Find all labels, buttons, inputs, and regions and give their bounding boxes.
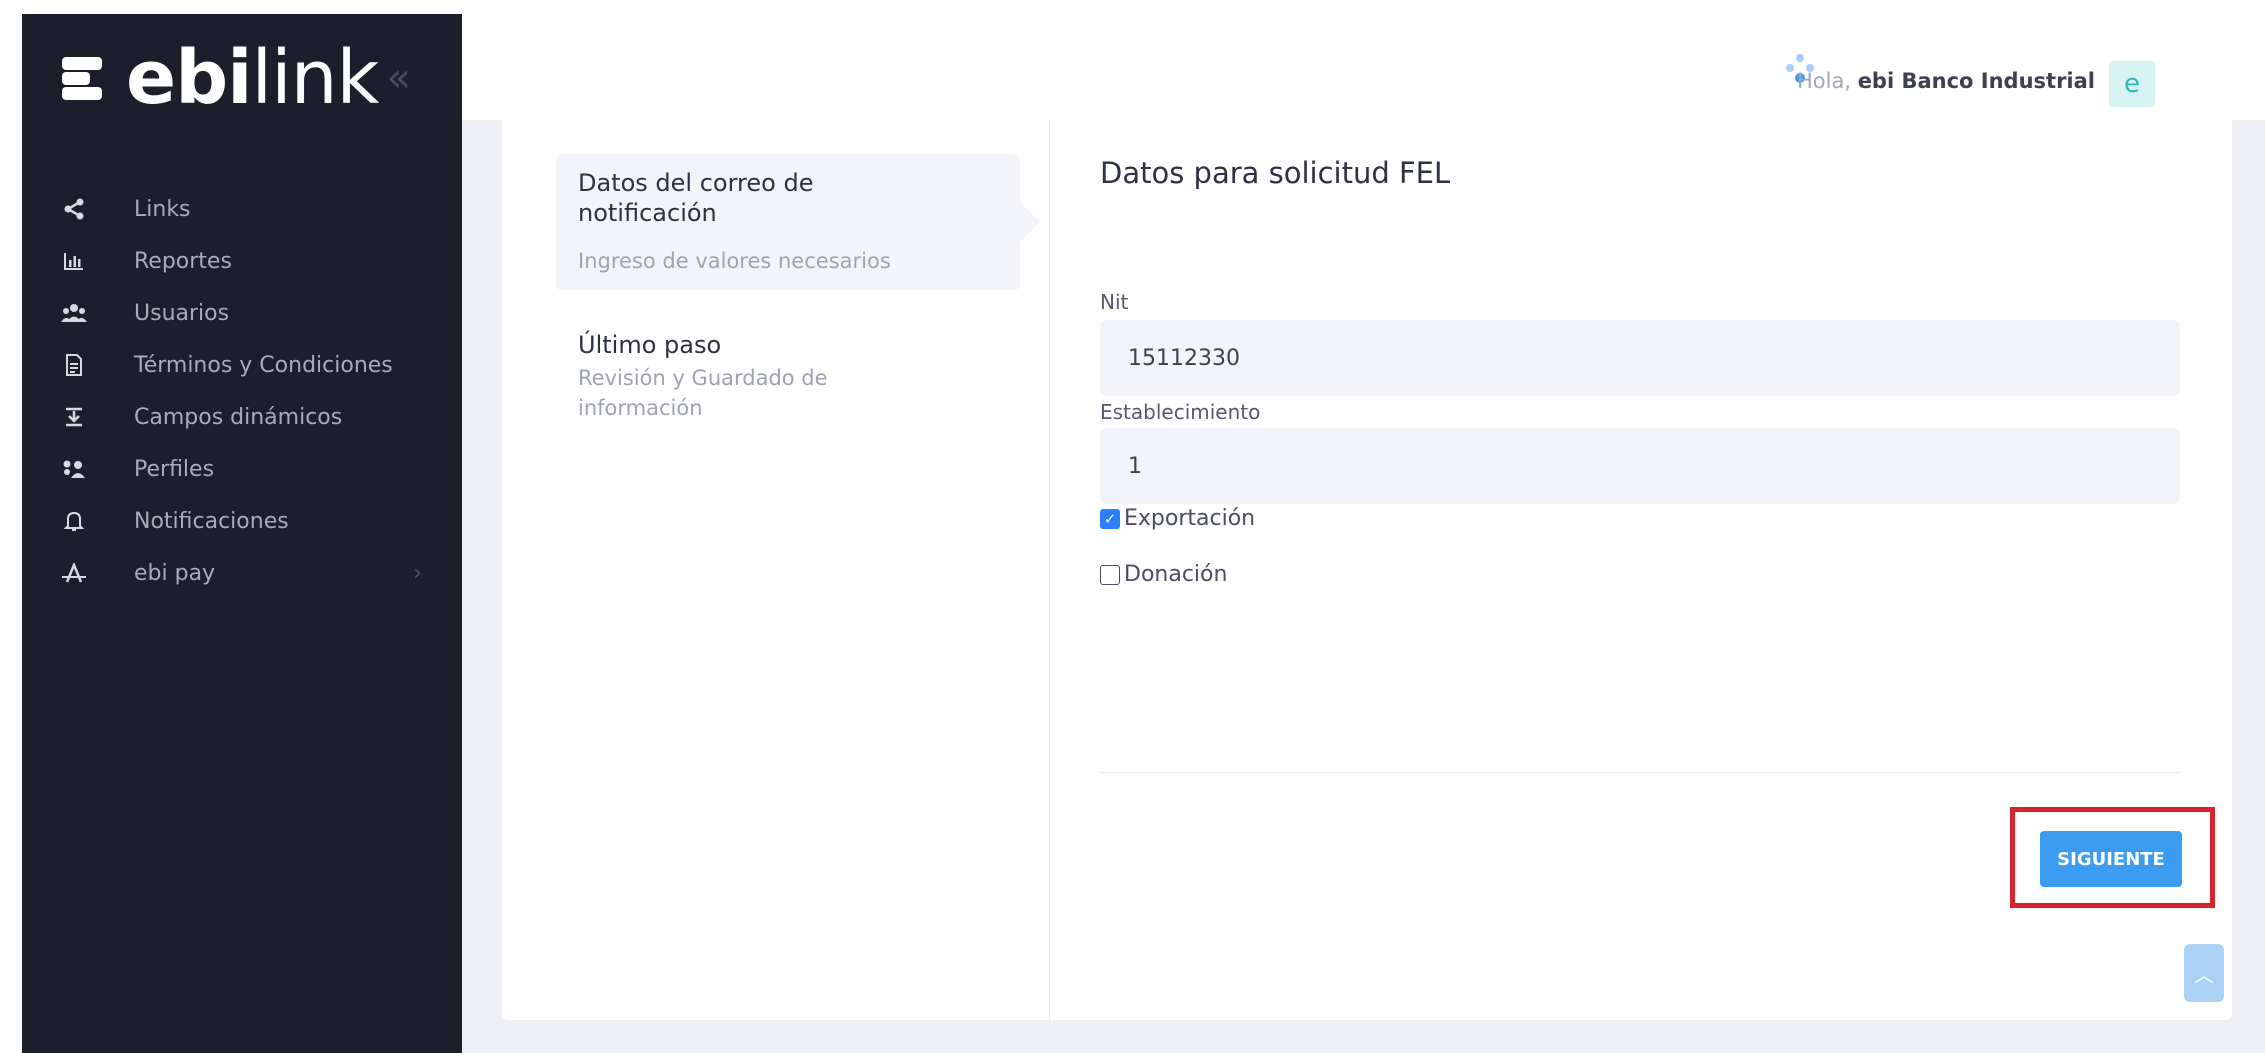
share-icon [54, 198, 94, 220]
user-name: ebi Banco Industrial [1857, 69, 2095, 93]
sidebar-item-usuarios[interactable]: Usuarios [22, 288, 462, 338]
active-step-arrow [1020, 202, 1040, 242]
nit-input[interactable] [1100, 320, 2180, 396]
exportacion-label: Exportación [1124, 506, 1256, 531]
step-subtitle: Ingreso de valores necesarios [578, 249, 891, 273]
top-bar: Hola, ebi Banco Industrial e [462, 14, 2265, 120]
sidebar-item-label: Links [134, 196, 191, 222]
step-ultimo-paso[interactable]: Último paso [578, 330, 721, 360]
ebilink-logo[interactable]: ebilink « [62, 28, 411, 128]
step-datos-correo[interactable]: Datos del correo de notificación Ingreso… [556, 154, 1040, 290]
sidebar-item-notificaciones[interactable]: Notificaciones [22, 496, 462, 546]
profiles-icon [54, 459, 94, 479]
sidebar-item-campos-dinamicos[interactable]: Campos dinámicos [22, 392, 462, 442]
siguiente-button[interactable]: SIGUIENTE [2040, 831, 2182, 887]
bar-chart-icon [54, 251, 94, 271]
fel-form: Datos para solicitud FEL Nit Establecimi… [1050, 120, 2232, 1020]
users-icon [54, 303, 94, 323]
step-subtitle: Revisión y Guardado de información [578, 366, 828, 421]
checkbox-unchecked-icon[interactable] [1100, 564, 1120, 585]
logo-text: ebilink [126, 41, 379, 115]
form-title: Datos para solicitud FEL [1100, 156, 1451, 190]
sidebar-item-label: Usuarios [134, 300, 230, 326]
sidebar-item-terminos[interactable]: Términos y Condiciones [22, 340, 462, 390]
donacion-checkbox[interactable]: Donación [1100, 562, 1227, 587]
sidebar-item-label: Reportes [134, 248, 232, 274]
bell-icon [54, 510, 94, 532]
ebi-pay-icon [54, 563, 94, 583]
donacion-label: Donación [1124, 562, 1228, 587]
nit-label: Nit [1100, 290, 1129, 314]
sidebar-item-label: Campos dinámicos [134, 404, 343, 430]
sidebar-item-perfiles[interactable]: Perfiles [22, 444, 462, 494]
sidebar-item-label: Perfiles [134, 456, 215, 482]
checkbox-checked-icon[interactable]: ✓ [1100, 508, 1120, 529]
sidebar-item-reportes[interactable]: Reportes [22, 236, 462, 286]
logo-mark-icon [62, 51, 116, 105]
avatar[interactable]: e [2109, 61, 2155, 107]
greeting-prefix: Hola, [1796, 69, 1858, 93]
logo-text-bold: ebi [126, 35, 253, 121]
main-content: Datos del correo de notificación Ingreso… [462, 120, 2265, 1053]
exportacion-checkbox[interactable]: ✓ Exportación [1100, 506, 1255, 531]
chevron-right-icon: › [413, 560, 422, 586]
form-fields-icon [54, 407, 94, 427]
sidebar-item-label: Términos y Condiciones [134, 352, 393, 378]
establecimiento-input[interactable] [1100, 428, 2180, 504]
form-divider [1100, 772, 2180, 773]
user-greeting: Hola, ebi Banco Industrial [1797, 69, 2095, 93]
establecimiento-label: Establecimiento [1100, 400, 1261, 424]
step-title: Datos del correo de notificación [578, 169, 814, 227]
sidebar: ebilink « Links Reportes Usuarios Términ… [22, 14, 462, 1053]
scroll-to-top-button[interactable]: ︿ [2184, 944, 2224, 1002]
logo-text-light: link [251, 35, 380, 121]
sidebar-item-label: ebi pay [134, 560, 216, 586]
chevron-up-icon: ︿ [2194, 962, 2214, 987]
sidebar-item-ebi-pay[interactable]: ebi pay › [22, 548, 462, 598]
sidebar-item-label: Notificaciones [134, 508, 289, 534]
sidebar-item-links[interactable]: Links [22, 184, 462, 234]
collapse-sidebar-icon[interactable]: « [386, 55, 410, 101]
wizard-steps: Datos del correo de notificación Ingreso… [502, 120, 1050, 1020]
wizard-card: Datos del correo de notificación Ingreso… [502, 120, 2232, 1020]
document-icon [54, 354, 94, 376]
